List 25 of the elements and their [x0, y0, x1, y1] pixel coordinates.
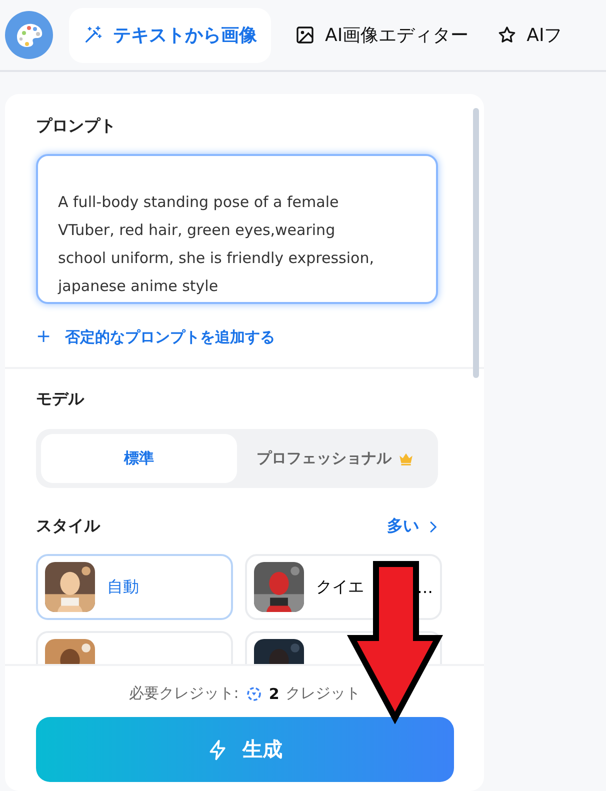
nav-tab[interactable]: AIフ	[482, 8, 576, 62]
credits-amount: 2	[268, 684, 280, 702]
add-negative-prompt-link[interactable]: + 否定的なプロンプトを追加する	[36, 328, 454, 347]
style-name: 自動	[107, 576, 139, 598]
palette-logo-icon	[5, 11, 53, 59]
model-option[interactable]: プロフェッショナル	[237, 434, 433, 483]
magic-wand-icon	[83, 25, 103, 45]
scrollbar-thumb[interactable]	[473, 108, 479, 378]
ellipsis: …	[417, 578, 433, 596]
credits-label: 必要クレジット:	[128, 684, 239, 703]
image-icon	[295, 25, 315, 45]
model-option[interactable]: 標準	[41, 434, 237, 483]
style-card[interactable]: 自動	[36, 554, 233, 620]
section-title: スタイル	[36, 516, 100, 537]
generate-button[interactable]: 生成	[36, 717, 454, 782]
credits-unit: クレジット	[285, 684, 360, 703]
prompt-field[interactable]: A full-body standing pose of a female VTuber, red hair, green eyes,wearing school uniform, she is friendly expression, japanese anime style	[36, 154, 438, 304]
nav-tab[interactable]: AI画像エディター	[281, 8, 483, 62]
style-name: クイエ	[316, 576, 364, 598]
section-title: プロンプト	[36, 116, 117, 137]
star-icon	[496, 25, 517, 45]
section-title: モデル	[36, 389, 86, 410]
more-styles-link[interactable]: 多い	[387, 516, 441, 537]
credit-coin-icon	[244, 684, 263, 702]
nav-tab[interactable]: テキストから画像	[69, 8, 271, 62]
